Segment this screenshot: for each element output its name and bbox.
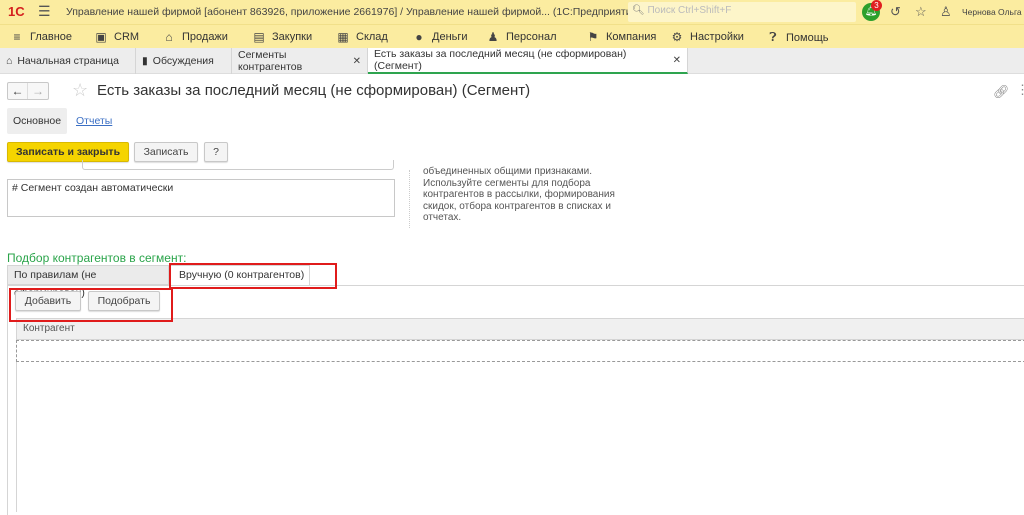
help-text: объединенных общими признаками. Использу… <box>423 166 615 223</box>
forward-arrow-icon[interactable]: → <box>28 83 48 99</box>
menu-item-warehouse[interactable]: ▦ Склад <box>336 30 388 44</box>
save-and-close-button[interactable]: Записать и закрыть <box>7 142 129 162</box>
save-button[interactable]: Записать <box>134 142 198 162</box>
menu-item-help[interactable]: ❓︎ Помощь <box>766 30 829 45</box>
menu-label: Продажи <box>182 31 228 43</box>
close-icon[interactable]: ✕ <box>353 56 361 67</box>
notification-count-badge: 3 <box>871 0 882 11</box>
menu-label: CRM <box>114 31 140 43</box>
crm-icon: ▣ <box>95 30 107 44</box>
menu-item-crm[interactable]: ▣ CRM <box>94 30 139 44</box>
hamburger-menu-icon[interactable]: ☰ <box>38 3 51 20</box>
tab-label: Есть заказы за последний месяц (не сформ… <box>374 48 627 72</box>
purchases-icon: ▤ <box>253 30 265 44</box>
search-input[interactable]: 🔍︎ Поиск Ctrl+Shift+F <box>628 2 856 22</box>
discussion-icon: ▮ <box>142 55 148 67</box>
menu-label: Закупки <box>272 31 313 43</box>
tab-home[interactable]: ⌂ Начальная страница <box>0 48 136 74</box>
menu-label: Помощь <box>786 31 829 44</box>
menu-label: Деньги <box>432 31 468 43</box>
favorite-star-icon[interactable]: ☆ <box>72 80 88 101</box>
help-icon: ❓︎ <box>769 30 777 44</box>
search-icon: 🔍︎ <box>632 5 645 16</box>
flag-icon: ⚑ <box>587 30 599 44</box>
table-row[interactable] <box>16 340 1024 362</box>
form-tab-reports[interactable]: Отчеты <box>76 115 112 127</box>
form-title: Есть заказы за последний месяц (не сформ… <box>97 82 531 99</box>
menu-label: Настройки <box>690 31 744 43</box>
list-icon: ≡ <box>13 30 21 44</box>
more-menu-icon[interactable]: ⋮ <box>1016 82 1024 98</box>
divider <box>409 170 410 228</box>
comment-textarea[interactable]: # Сегмент создан автоматически <box>7 179 395 217</box>
tab-segment-form[interactable]: Есть заказы за последний месяц (не сформ… <box>368 48 688 74</box>
user-name[interactable]: Чернова Ольга А <box>962 7 1024 17</box>
history-icon[interactable]: ↺ <box>890 4 901 20</box>
1c-logo: 1С <box>8 4 25 19</box>
search-placeholder: Поиск Ctrl+Shift+F <box>647 5 732 16</box>
gear-icon: ⚙ <box>671 30 683 44</box>
section-title: Подбор контрагентов в сегмент: <box>7 251 187 265</box>
tab-label: Сегменты контрагентов <box>238 49 303 73</box>
main-menu-bar: ≡ Главное ▣ CRM ⌂ Продажи ▤ Закупки ▦ Склад ●… <box>0 24 1024 48</box>
menu-label: Главное <box>30 31 73 43</box>
menu-label: Компания <box>606 31 657 43</box>
menu-item-money[interactable]: ● Деньги <box>412 30 468 44</box>
home-icon: ⌂ <box>6 55 13 67</box>
tab-label: Обсуждения <box>152 55 214 67</box>
menu-item-main[interactable]: ≡ Главное <box>10 30 72 44</box>
favorites-star-icon[interactable]: ☆ <box>915 4 927 20</box>
close-icon[interactable]: ✕ <box>673 55 681 66</box>
back-arrow-icon[interactable]: ← <box>8 83 28 99</box>
form-tab-main[interactable]: Основное <box>7 108 67 134</box>
app-title: Управление нашей фирмой [абонент 863926,… <box>66 6 641 18</box>
tab-label: Начальная страница <box>17 55 119 67</box>
nav-buttons: ← → <box>7 82 49 100</box>
menu-item-sales[interactable]: ⌂ Продажи <box>162 30 228 44</box>
tab-segments[interactable]: Сегменты контрагентов ✕ <box>232 48 368 74</box>
menu-label: Персонал <box>506 31 557 43</box>
user-icon[interactable]: ♙ <box>940 4 952 20</box>
warehouse-icon: ▦ <box>337 30 349 44</box>
money-icon: ● <box>415 30 423 44</box>
table-body <box>16 362 1024 512</box>
menu-item-personnel[interactable]: ♟ Персонал <box>486 30 557 44</box>
menu-item-settings[interactable]: ⚙ Настройки <box>670 30 744 44</box>
open-tabs-bar: ⌂ Начальная страница ▮ Обсуждения Сегменты… <box>0 48 1024 74</box>
help-button[interactable]: ? <box>204 142 228 162</box>
basket-icon: ⌂ <box>165 30 173 44</box>
description-field[interactable] <box>82 160 394 170</box>
highlight-frame <box>169 263 337 289</box>
menu-item-company[interactable]: ⚑ Компания <box>586 30 657 44</box>
tab-by-rules[interactable]: По правилам (не сформирован) <box>7 265 169 299</box>
menu-item-purchases[interactable]: ▤ Закупки <box>252 30 312 44</box>
highlight-frame <box>9 288 173 322</box>
tab-discussions[interactable]: ▮ Обсуждения <box>136 48 232 74</box>
menu-label: Склад <box>356 31 388 43</box>
link-icon[interactable]: 🔗︎ <box>993 84 1010 100</box>
person-icon: ♟ <box>487 30 499 44</box>
